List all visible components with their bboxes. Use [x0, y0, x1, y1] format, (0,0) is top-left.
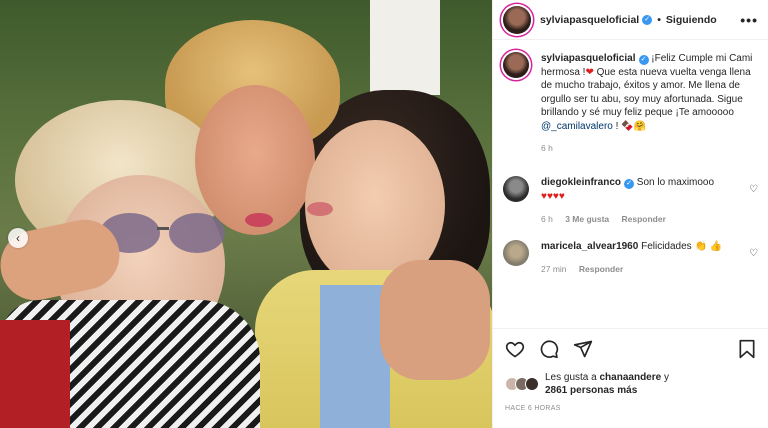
verified-icon: ✓	[638, 55, 649, 65]
comment-emojis: 👏 👍	[694, 240, 723, 252]
red-garment	[0, 320, 70, 428]
avatar[interactable]	[503, 5, 531, 34]
caption-end: !	[615, 120, 619, 132]
comment-icon[interactable]	[539, 339, 559, 359]
lips-right	[307, 202, 333, 216]
comment-avatar[interactable]	[503, 239, 529, 266]
caption-username[interactable]: sylviapasqueloficial	[541, 53, 636, 64]
chevron-left-icon[interactable]: ‹	[8, 228, 28, 248]
post-header: sylviapasqueloficial ✓ • Siguiendo •••	[493, 0, 768, 40]
heart-icon[interactable]: ♡	[749, 240, 758, 276]
instagram-post: ‹ sylviapasqueloficial ✓ • Siguiendo •••…	[0, 0, 768, 428]
comment-text: Felicidades	[641, 240, 692, 252]
comment-username[interactable]: diegokleinfranco	[541, 177, 621, 188]
comment: diegokleinfranco ✓ Son lo maximooo ♥♥♥♥ 6…	[503, 175, 758, 226]
heart-icon[interactable]: ♡	[749, 176, 758, 226]
avatar	[525, 377, 539, 391]
likes-others[interactable]: 2861 personas más	[545, 385, 637, 396]
comment-time: 6 h	[541, 213, 553, 224]
post-photo[interactable]: ‹	[0, 0, 492, 428]
caption-emojis: 🍫🤗	[621, 120, 647, 132]
post-timestamp: HACE 6 HORAS	[505, 405, 561, 412]
more-icon[interactable]: •••	[740, 12, 758, 28]
heart-icon[interactable]	[505, 339, 525, 359]
comment: maricela_alvear1960 Felicidades 👏 👍 27 m…	[503, 239, 758, 276]
background-tent	[370, 0, 440, 95]
caption-avatar[interactable]	[503, 52, 529, 78]
reply-button[interactable]: Responder	[579, 264, 623, 274]
reply-button[interactable]: Responder	[622, 214, 666, 224]
post-actions: Les gusta a chanaandere y 2861 personas …	[493, 328, 768, 428]
comment-avatar[interactable]	[503, 175, 529, 202]
lips-center	[245, 213, 273, 227]
caption-mention[interactable]: @_camilavalero	[541, 121, 613, 132]
header-username[interactable]: sylviapasqueloficial	[540, 14, 639, 26]
following-button[interactable]: Siguiendo	[666, 14, 717, 26]
comment-time: 27 min	[541, 263, 567, 274]
bookmark-icon[interactable]	[738, 339, 756, 359]
comment-emojis: ♥♥♥♥	[541, 190, 565, 202]
comment-username[interactable]: maricela_alvear1960	[541, 241, 638, 252]
heart-emoji: ❤	[585, 66, 594, 78]
comment-likes[interactable]: 3 Me gusta	[565, 214, 609, 224]
likes-summary: Les gusta a chanaandere y 2861 personas …	[505, 371, 756, 397]
verified-icon: ✓	[642, 14, 653, 25]
comments-section: sylviapasqueloficial ✓ ¡Feliz Cumple mi C…	[493, 40, 768, 328]
arm-right	[380, 260, 490, 380]
caption-time: 6 h	[541, 143, 553, 153]
separator-dot: •	[657, 13, 661, 26]
share-icon[interactable]	[573, 339, 593, 359]
post-side-panel: sylviapasqueloficial ✓ • Siguiendo ••• s…	[492, 0, 768, 428]
comment-text: Son lo maximooo	[636, 176, 715, 188]
liker-avatars	[505, 377, 539, 391]
likes-prefix: Les gusta a	[545, 372, 597, 383]
verified-icon: ✓	[624, 178, 635, 189]
likes-connector: y	[663, 372, 669, 383]
likes-user[interactable]: chanaandere	[600, 372, 662, 383]
post-caption: sylviapasqueloficial ✓ ¡Feliz Cumple mi C…	[503, 52, 758, 156]
